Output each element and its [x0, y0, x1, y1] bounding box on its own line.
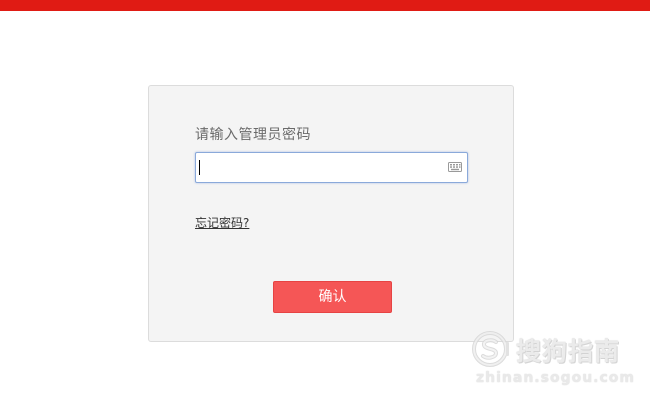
password-input[interactable] [196, 153, 445, 182]
sogou-watermark: 搜狗指南 zhinan.sogou.com [470, 328, 635, 390]
watermark-url: zhinan.sogou.com [476, 370, 635, 386]
watermark-title: 搜狗指南 [516, 337, 621, 366]
password-field-container[interactable] [195, 152, 468, 183]
confirm-button[interactable]: 确认 [273, 281, 392, 313]
keyboard-icon[interactable] [448, 162, 462, 172]
top-red-bar [0, 0, 650, 11]
text-caret [199, 160, 200, 175]
forgot-password-link[interactable]: 忘记密码? [195, 214, 249, 231]
login-panel: 请输入管理员密码 忘记密码? 确认 [148, 85, 514, 342]
sogou-logo-icon [472, 331, 509, 367]
password-prompt-label: 请输入管理员密码 [195, 127, 311, 143]
